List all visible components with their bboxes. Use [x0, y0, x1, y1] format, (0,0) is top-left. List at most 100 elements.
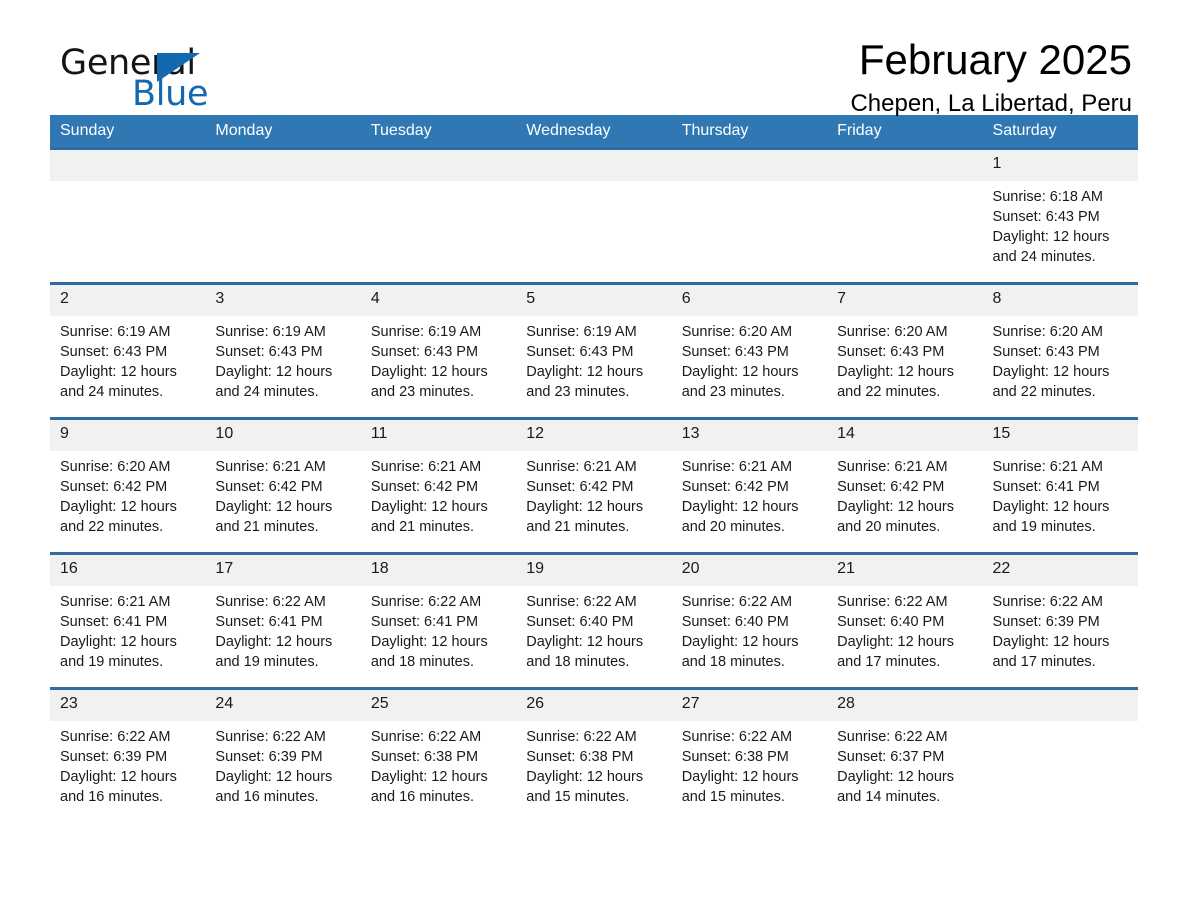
- daylight-text-line1: Daylight: 12 hours: [526, 634, 644, 650]
- daylight-text-line1: Daylight: 12 hours: [837, 364, 954, 380]
- sunrise-text: Sunrise: 6:20 AM: [837, 324, 948, 340]
- calendar-day-cell[interactable]: 19 Sunrise: 6:22 AM Sunset: 6:40 PM Dayligh…: [516, 552, 672, 689]
- weekday-header-tuesday: Tuesday: [360, 115, 517, 149]
- daylight-text-line1: Daylight: 12 hours: [60, 364, 177, 380]
- daylight-text-line2: and 19 minutes.: [60, 654, 164, 670]
- title-block: February 2025 Chepen, La Libertad, Peru: [850, 36, 1132, 117]
- day-number: 27: [671, 690, 828, 721]
- daylight-text-line2: and 15 minutes.: [526, 789, 630, 805]
- day-details: Sunrise: 6:22 AM Sunset: 6:40 PM Daylight:…: [827, 586, 982, 672]
- day-details: Sunrise: 6:22 AM Sunset: 6:38 PM Daylight:…: [361, 721, 516, 807]
- day-number: 2: [50, 285, 206, 316]
- sunset-text: Sunset: 6:41 PM: [60, 614, 168, 630]
- page-subtitle-location: Chepen, La Libertad, Peru: [850, 89, 1132, 117]
- daylight-text-line1: Daylight: 12 hours: [992, 364, 1110, 380]
- sunrise-text: Sunrise: 6:20 AM: [60, 459, 171, 475]
- sunset-text: Sunset: 6:41 PM: [992, 479, 1100, 495]
- calendar-day-cell[interactable]: 7 Sunrise: 6:20 AM Sunset: 6:43 PM Daylight…: [827, 282, 983, 419]
- sunset-text: Sunset: 6:42 PM: [526, 479, 634, 495]
- calendar-day-cell[interactable]: 5 Sunrise: 6:19 AM Sunset: 6:43 PM Daylight…: [516, 282, 672, 419]
- daylight-text-line1: Daylight: 12 hours: [681, 499, 799, 515]
- day-number: 16: [50, 555, 206, 586]
- daylight-text-line2: and 20 minutes.: [837, 519, 941, 535]
- sunrise-text: Sunrise: 6:21 AM: [60, 594, 171, 610]
- day-number: 14: [827, 420, 983, 451]
- weekday-header-thursday: Thursday: [671, 115, 828, 149]
- calendar-day-cell[interactable]: 6 Sunrise: 6:20 AM Sunset: 6:43 PM Daylight…: [671, 282, 828, 419]
- calendar-day-cell[interactable]: 10 Sunrise: 6:21 AM Sunset: 6:42 PM Dayligh…: [205, 417, 361, 554]
- calendar-day-cell[interactable]: 15 Sunrise: 6:21 AM Sunset: 6:41 PM Dayligh…: [982, 417, 1138, 554]
- calendar-day-cell[interactable]: 26 Sunrise: 6:22 AM Sunset: 6:38 PM Dayligh…: [516, 687, 672, 822]
- day-details: Sunrise: 6:21 AM Sunset: 6:41 PM Daylight:…: [983, 451, 1138, 537]
- daylight-text-line2: and 16 minutes.: [215, 789, 319, 805]
- day-number: 11: [360, 420, 517, 451]
- day-number: [360, 150, 517, 181]
- daylight-text-line2: and 14 minutes.: [837, 789, 941, 805]
- calendar-day-cell[interactable]: 18 Sunrise: 6:22 AM Sunset: 6:41 PM Dayligh…: [360, 552, 517, 689]
- daylight-text-line1: Daylight: 12 hours: [370, 499, 488, 515]
- calendar-day-cell[interactable]: 22 Sunrise: 6:22 AM Sunset: 6:39 PM Dayligh…: [982, 552, 1138, 689]
- calendar-day-cell[interactable]: 12 Sunrise: 6:21 AM Sunset: 6:42 PM Dayligh…: [516, 417, 672, 554]
- day-number: 21: [827, 555, 983, 586]
- calendar-day-cell[interactable]: 23 Sunrise: 6:22 AM Sunset: 6:39 PM Dayligh…: [50, 687, 206, 822]
- day-number: 7: [827, 285, 983, 316]
- day-details: Sunrise: 6:22 AM Sunset: 6:41 PM Daylight:…: [205, 586, 360, 672]
- calendar-day-cell[interactable]: 11 Sunrise: 6:21 AM Sunset: 6:42 PM Dayligh…: [360, 417, 517, 554]
- day-number: 5: [516, 285, 672, 316]
- calendar-day-cell[interactable]: 13 Sunrise: 6:21 AM Sunset: 6:42 PM Dayligh…: [671, 417, 828, 554]
- calendar-day-cell[interactable]: 8 Sunrise: 6:20 AM Sunset: 6:43 PM Daylight…: [982, 282, 1138, 419]
- calendar-week-row: 16 Sunrise: 6:21 AM Sunset: 6:41 PM Dayligh…: [50, 552, 1138, 689]
- day-number: 28: [827, 690, 983, 721]
- calendar-day-cell[interactable]: 25 Sunrise: 6:22 AM Sunset: 6:38 PM Dayligh…: [360, 687, 517, 822]
- calendar-day-cell[interactable]: 14 Sunrise: 6:21 AM Sunset: 6:42 PM Dayligh…: [827, 417, 983, 554]
- daylight-text-line2: and 22 minutes.: [992, 384, 1096, 400]
- day-number: 3: [205, 285, 361, 316]
- day-number: 13: [671, 420, 828, 451]
- calendar-day-cell[interactable]: 24 Sunrise: 6:22 AM Sunset: 6:39 PM Dayligh…: [205, 687, 361, 822]
- calendar-day-cell[interactable]: 9 Sunrise: 6:20 AM Sunset: 6:42 PM Daylight…: [50, 417, 206, 554]
- daylight-text-line1: Daylight: 12 hours: [837, 499, 954, 515]
- day-details: Sunrise: 6:21 AM Sunset: 6:42 PM Daylight:…: [516, 451, 671, 537]
- daylight-text-line1: Daylight: 12 hours: [60, 634, 177, 650]
- sunset-text: Sunset: 6:43 PM: [681, 344, 789, 360]
- day-details: Sunrise: 6:22 AM Sunset: 6:39 PM Daylight:…: [50, 721, 205, 807]
- calendar-week-row: 9 Sunrise: 6:20 AM Sunset: 6:42 PM Daylight…: [50, 417, 1138, 554]
- calendar-day-cell[interactable]: 27 Sunrise: 6:22 AM Sunset: 6:38 PM Dayligh…: [671, 687, 828, 822]
- day-details: Sunrise: 6:20 AM Sunset: 6:43 PM Daylight:…: [672, 316, 827, 402]
- calendar-day-cell[interactable]: 21 Sunrise: 6:22 AM Sunset: 6:40 PM Dayligh…: [827, 552, 983, 689]
- sunset-text: Sunset: 6:37 PM: [837, 749, 945, 765]
- daylight-text-line1: Daylight: 12 hours: [992, 229, 1110, 245]
- calendar-day-cell[interactable]: 16 Sunrise: 6:21 AM Sunset: 6:41 PM Dayligh…: [50, 552, 206, 689]
- sunrise-text: Sunrise: 6:22 AM: [837, 594, 948, 610]
- calendar-day-cell-empty: [205, 147, 361, 284]
- calendar-day-cell[interactable]: 4 Sunrise: 6:19 AM Sunset: 6:43 PM Daylight…: [360, 282, 517, 419]
- sunset-text: Sunset: 6:40 PM: [837, 614, 945, 630]
- daylight-text-line1: Daylight: 12 hours: [60, 499, 177, 515]
- daylight-text-line2: and 23 minutes.: [681, 384, 785, 400]
- calendar-day-cell[interactable]: 3 Sunrise: 6:19 AM Sunset: 6:43 PM Daylight…: [205, 282, 361, 419]
- daylight-text-line2: and 17 minutes.: [837, 654, 941, 670]
- day-number: 23: [50, 690, 206, 721]
- daylight-text-line2: and 18 minutes.: [526, 654, 630, 670]
- day-details: Sunrise: 6:21 AM Sunset: 6:42 PM Daylight:…: [361, 451, 516, 537]
- generalblue-logo[interactable]: General Blue: [60, 46, 360, 116]
- daylight-text-line2: and 22 minutes.: [60, 519, 164, 535]
- day-number: [516, 150, 672, 181]
- calendar-day-cell[interactable]: 2 Sunrise: 6:19 AM Sunset: 6:43 PM Daylight…: [50, 282, 206, 419]
- day-number: [671, 150, 828, 181]
- day-number: 18: [360, 555, 517, 586]
- page-title: February 2025: [858, 36, 1132, 83]
- calendar-day-cell-empty: [50, 147, 206, 284]
- calendar-day-cell[interactable]: 17 Sunrise: 6:22 AM Sunset: 6:41 PM Dayligh…: [205, 552, 361, 689]
- daylight-text-line2: and 18 minutes.: [681, 654, 785, 670]
- calendar-day-cell[interactable]: 20 Sunrise: 6:22 AM Sunset: 6:40 PM Dayligh…: [671, 552, 828, 689]
- daylight-text-line1: Daylight: 12 hours: [370, 769, 488, 785]
- daylight-text-line1: Daylight: 12 hours: [526, 364, 644, 380]
- day-number: 8: [982, 285, 1138, 316]
- calendar-day-cell[interactable]: 28 Sunrise: 6:22 AM Sunset: 6:37 PM Dayligh…: [827, 687, 983, 822]
- calendar-day-cell[interactable]: 1 Sunrise: 6:18 AM Sunset: 6:43 PM Daylight…: [982, 147, 1138, 284]
- day-details: Sunrise: 6:22 AM Sunset: 6:39 PM Daylight:…: [205, 721, 360, 807]
- daylight-text-line2: and 15 minutes.: [681, 789, 785, 805]
- calendar-week-row: 1 Sunrise: 6:18 AM Sunset: 6:43 PM Daylight…: [50, 147, 1138, 284]
- day-details: Sunrise: 6:20 AM Sunset: 6:43 PM Daylight:…: [827, 316, 982, 402]
